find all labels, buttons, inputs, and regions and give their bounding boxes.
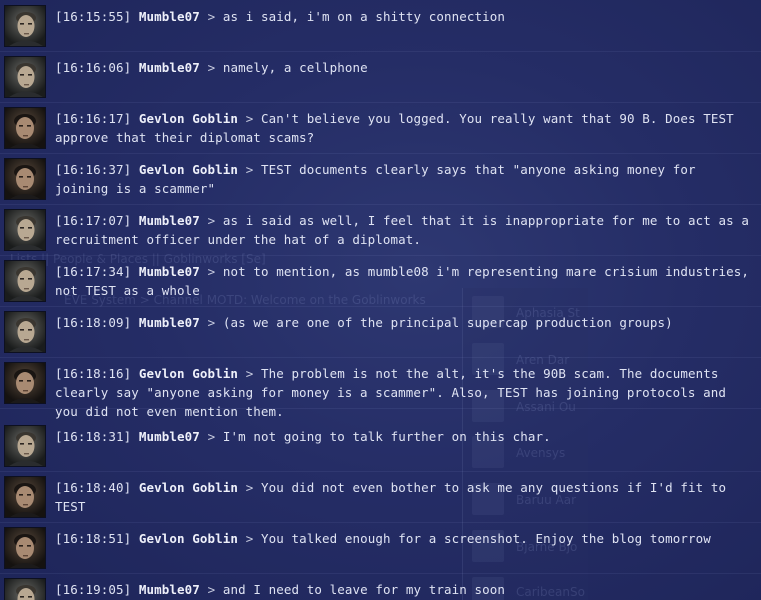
chat-message: [16:16:37] Gevlon Goblin > TEST document… [0, 153, 761, 205]
message-sender[interactable]: Mumble07 [139, 315, 200, 330]
message-separator: > [207, 429, 216, 444]
chat-message: [16:17:34] Mumble07 > not to mention, as… [0, 255, 761, 307]
message-text: [16:18:31] Mumble07 > I'm not going to t… [55, 427, 755, 446]
chat-message: [16:16:17] Gevlon Goblin > Can't believe… [0, 102, 761, 154]
message-sender[interactable]: Gevlon Goblin [139, 111, 238, 126]
mumble07-portrait[interactable] [4, 578, 46, 600]
message-text: [16:18:09] Mumble07 > (as we are one of … [55, 313, 755, 332]
message-sender[interactable]: Mumble07 [139, 213, 200, 228]
chat-message: [16:19:05] Mumble07 > and I need to leav… [0, 573, 761, 600]
message-separator: > [207, 213, 216, 228]
chat-message: [16:18:51] Gevlon Goblin > You talked en… [0, 522, 761, 574]
chat-message: [16:18:09] Mumble07 > (as we are one of … [0, 306, 761, 358]
message-timestamp: [16:18:40] [55, 480, 132, 495]
gevlon-goblin-portrait[interactable] [4, 527, 46, 569]
gevlon-goblin-portrait[interactable] [4, 158, 46, 200]
message-timestamp: [16:17:07] [55, 213, 132, 228]
message-separator: > [207, 60, 216, 75]
message-text: [16:18:40] Gevlon Goblin > You did not e… [55, 478, 755, 516]
chat-window: Lists || People & Places || Goblinworks … [0, 0, 761, 600]
message-separator: > [207, 9, 216, 24]
message-text: [16:17:34] Mumble07 > not to mention, as… [55, 262, 755, 300]
message-timestamp: [16:18:16] [55, 366, 132, 381]
message-sender[interactable]: Gevlon Goblin [139, 366, 238, 381]
message-text: [16:17:07] Mumble07 > as i said as well,… [55, 211, 755, 249]
message-body: and I need to leave for my train soon [222, 582, 505, 597]
message-sender[interactable]: Mumble07 [139, 60, 200, 75]
message-sender[interactable]: Mumble07 [139, 582, 200, 597]
gevlon-goblin-portrait[interactable] [4, 107, 46, 149]
message-timestamp: [16:16:17] [55, 111, 132, 126]
message-sender[interactable]: Gevlon Goblin [139, 162, 238, 177]
chat-message: [16:16:06] Mumble07 > namely, a cellphon… [0, 51, 761, 103]
message-body: namely, a cellphone [222, 60, 368, 75]
message-body: I'm not going to talk further on this ch… [222, 429, 551, 444]
message-sender[interactable]: Gevlon Goblin [139, 480, 238, 495]
message-text: [16:16:17] Gevlon Goblin > Can't believe… [55, 109, 755, 147]
message-separator: > [245, 162, 254, 177]
message-sender[interactable]: Mumble07 [139, 429, 200, 444]
message-timestamp: [16:16:37] [55, 162, 132, 177]
message-text: [16:18:16] Gevlon Goblin > The problem i… [55, 364, 755, 421]
mumble07-portrait[interactable] [4, 425, 46, 467]
message-body: (as we are one of the principal supercap… [222, 315, 673, 330]
gevlon-goblin-portrait[interactable] [4, 476, 46, 518]
gevlon-goblin-portrait[interactable] [4, 362, 46, 404]
chat-message: [16:18:31] Mumble07 > I'm not going to t… [0, 420, 761, 472]
message-text: [16:16:37] Gevlon Goblin > TEST document… [55, 160, 755, 198]
chat-message: [16:17:07] Mumble07 > as i said as well,… [0, 204, 761, 256]
message-timestamp: [16:16:06] [55, 60, 132, 75]
message-body: as i said, i'm on a shitty connection [222, 9, 505, 24]
message-text: [16:16:06] Mumble07 > namely, a cellphon… [55, 58, 755, 77]
mumble07-portrait[interactable] [4, 209, 46, 251]
mumble07-portrait[interactable] [4, 311, 46, 353]
message-timestamp: [16:18:51] [55, 531, 132, 546]
message-separator: > [207, 315, 216, 330]
mumble07-portrait[interactable] [4, 5, 46, 47]
message-timestamp: [16:15:55] [55, 9, 132, 24]
mumble07-portrait[interactable] [4, 260, 46, 302]
message-text: [16:15:55] Mumble07 > as i said, i'm on … [55, 7, 755, 26]
mumble07-portrait[interactable] [4, 56, 46, 98]
message-timestamp: [16:18:31] [55, 429, 132, 444]
message-separator: > [245, 366, 254, 381]
message-text: [16:19:05] Mumble07 > and I need to leav… [55, 580, 755, 599]
message-timestamp: [16:19:05] [55, 582, 132, 597]
message-separator: > [207, 582, 216, 597]
message-separator: > [207, 264, 216, 279]
message-sender[interactable]: Gevlon Goblin [139, 531, 238, 546]
chat-message: [16:15:55] Mumble07 > as i said, i'm on … [0, 0, 761, 52]
message-body: You talked enough for a screenshot. Enjo… [260, 531, 711, 546]
chat-message: [16:18:40] Gevlon Goblin > You did not e… [0, 471, 761, 523]
message-timestamp: [16:18:09] [55, 315, 132, 330]
chat-message: [16:18:16] Gevlon Goblin > The problem i… [0, 357, 761, 419]
message-timestamp: [16:17:34] [55, 264, 132, 279]
message-sender[interactable]: Mumble07 [139, 264, 200, 279]
message-separator: > [245, 480, 254, 495]
message-sender[interactable]: Mumble07 [139, 9, 200, 24]
message-separator: > [245, 531, 254, 546]
message-text: [16:18:51] Gevlon Goblin > You talked en… [55, 529, 755, 548]
message-separator: > [245, 111, 254, 126]
